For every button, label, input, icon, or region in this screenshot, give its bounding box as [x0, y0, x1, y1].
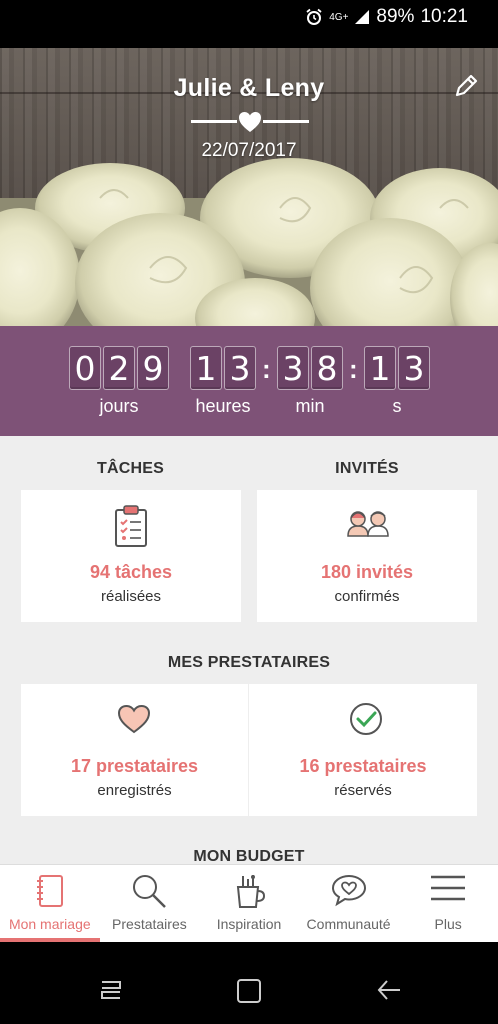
clock: 10:21	[420, 6, 468, 27]
alarm-icon	[306, 8, 322, 25]
minutes-digit: 3	[277, 346, 309, 390]
clipboard-icon	[115, 505, 147, 547]
countdown-days: 0 2 9	[69, 346, 169, 390]
vendors-booked-status: réservés	[334, 782, 392, 799]
vendors-title: MES PRESTATAIRES	[167, 654, 331, 671]
nav-mon-mariage[interactable]: Mon mariage	[0, 865, 100, 942]
vendors-saved-card[interactable]: 17 prestataires enregistrés	[21, 684, 248, 816]
vendors-booked-card[interactable]: 16 prestataires réservés	[249, 684, 477, 816]
status-bar: 4G+ 89% 10:21	[0, 0, 498, 34]
countdown-seconds: 1 3	[364, 346, 430, 390]
vendors-booked-count: 16 prestataires	[299, 756, 427, 776]
bottom-navigation: Mon mariage Prestataires Inspiration Com…	[0, 864, 498, 942]
hours-label: heures	[195, 396, 251, 416]
separator: :	[349, 354, 358, 384]
seconds-label: s	[392, 396, 402, 416]
nav-inspiration[interactable]: Inspiration	[199, 865, 299, 942]
nav-communaute[interactable]: Communauté	[299, 865, 399, 942]
guests-status: confirmés	[334, 588, 400, 605]
days-digit: 2	[103, 346, 135, 390]
vendors-saved-status: enregistrés	[97, 782, 172, 799]
edit-button[interactable]	[452, 72, 480, 100]
hours-digit: 3	[224, 346, 256, 390]
back-icon[interactable]	[376, 978, 402, 1002]
wedding-date: 22/07/2017	[201, 140, 297, 161]
check-circle-icon	[350, 703, 382, 735]
heart-divider	[191, 111, 309, 133]
tasks-count: 94 tâches	[89, 562, 173, 582]
days-label: jours	[99, 396, 139, 416]
guests-card[interactable]: 180 invités confirmés	[257, 490, 477, 622]
countdown-hours: 1 3	[190, 346, 256, 390]
tasks-title: TÂCHES	[97, 460, 164, 477]
days-digit: 0	[69, 346, 101, 390]
menu-icon	[431, 875, 466, 901]
days-digit: 9	[137, 346, 169, 390]
seconds-digit: 1	[364, 346, 396, 390]
wedding-header: Julie & Leny 22/07/2017	[0, 48, 498, 326]
network-type: 4G+	[329, 11, 349, 23]
notebook-icon	[36, 875, 63, 907]
system-navigation-bar	[0, 942, 498, 1024]
nav-prestataires[interactable]: Prestataires	[100, 865, 200, 942]
tasks-card[interactable]: 94 tâches réalisées	[21, 490, 241, 622]
minutes-digit: 8	[311, 346, 343, 390]
divider-line-left	[191, 120, 237, 123]
home-icon[interactable]	[236, 978, 262, 1004]
tasks-status: réalisées	[100, 588, 162, 605]
heart-icon	[239, 112, 261, 132]
nav-label: Mon mariage	[8, 916, 91, 932]
nav-label: Inspiration	[216, 916, 282, 932]
heart-icon	[117, 704, 151, 734]
battery-percent: 89%	[376, 6, 415, 27]
minutes-label: min	[295, 396, 325, 416]
divider-line-right	[263, 120, 309, 123]
inspiration-icon	[236, 875, 265, 908]
nav-label: Communauté	[306, 916, 391, 932]
seconds-digit: 3	[398, 346, 430, 390]
guests-title: INVITÉS	[335, 460, 399, 477]
hours-digit: 1	[190, 346, 222, 390]
recent-apps-icon[interactable]	[98, 978, 124, 1002]
budget-title: MON BUDGET	[193, 848, 305, 864]
separator: :	[262, 354, 271, 384]
guests-count: 180 invités	[320, 562, 414, 582]
countdown-minutes: 3 8	[277, 346, 343, 390]
guests-icon	[347, 511, 389, 537]
signal-icon	[355, 10, 370, 24]
search-icon	[133, 875, 167, 908]
pencil-icon	[455, 74, 478, 97]
countdown: 0 2 9 1 3 : 3 8 : 1 3 jours heures min s	[0, 326, 498, 436]
nav-label: Prestataires	[112, 916, 187, 932]
chat-heart-icon	[331, 874, 366, 907]
couple-names: Julie & Leny	[173, 74, 325, 102]
nav-label: Plus	[434, 916, 462, 932]
dashboard-content: TÂCHES INVITÉS 94 tâches réalisées 180 i…	[0, 436, 498, 864]
vendors-saved-count: 17 prestataires	[70, 756, 199, 776]
nav-plus[interactable]: Plus	[398, 865, 498, 942]
